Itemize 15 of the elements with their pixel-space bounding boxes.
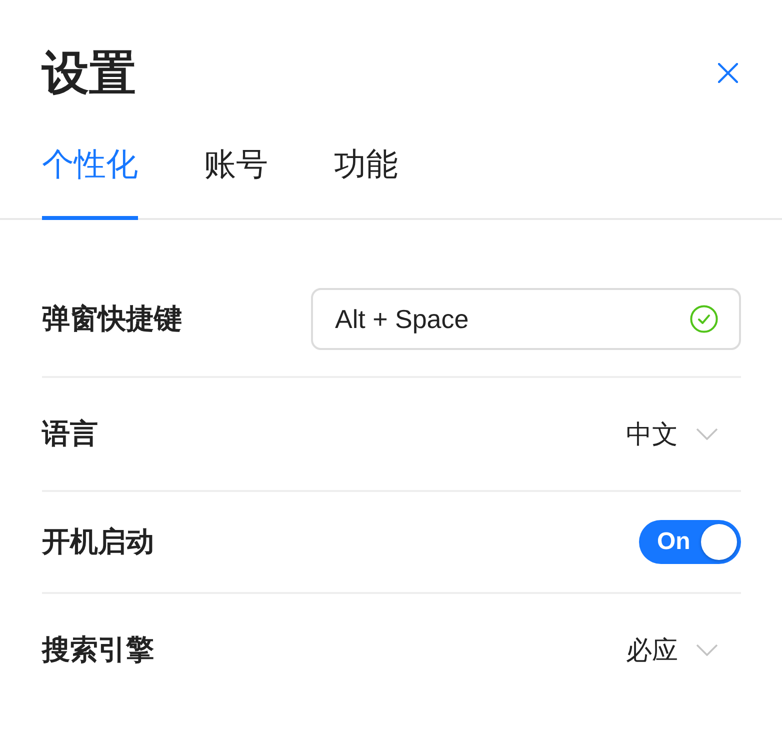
tab[interactable]: 账号 <box>204 130 268 220</box>
window-title: 设置 <box>42 45 136 101</box>
setting-label: 语言 <box>42 417 98 451</box>
setting-label: 开机启动 <box>42 525 154 559</box>
toggle-switch[interactable]: On <box>639 520 741 564</box>
dropdown-select[interactable]: 必应 <box>626 620 741 680</box>
tab[interactable]: 个性化 <box>42 130 138 220</box>
tab[interactable]: 功能 <box>334 130 398 220</box>
setting-label: 搜索引擎 <box>42 633 154 667</box>
chevron-down-icon <box>696 428 718 440</box>
chevron-down-icon <box>696 644 718 656</box>
shortcut-field[interactable]: Alt + Space <box>311 288 741 350</box>
setting-label: 弹窗快捷键 <box>42 302 182 336</box>
dropdown-select[interactable]: 中文 <box>626 404 741 464</box>
close-icon[interactable] <box>718 63 738 83</box>
